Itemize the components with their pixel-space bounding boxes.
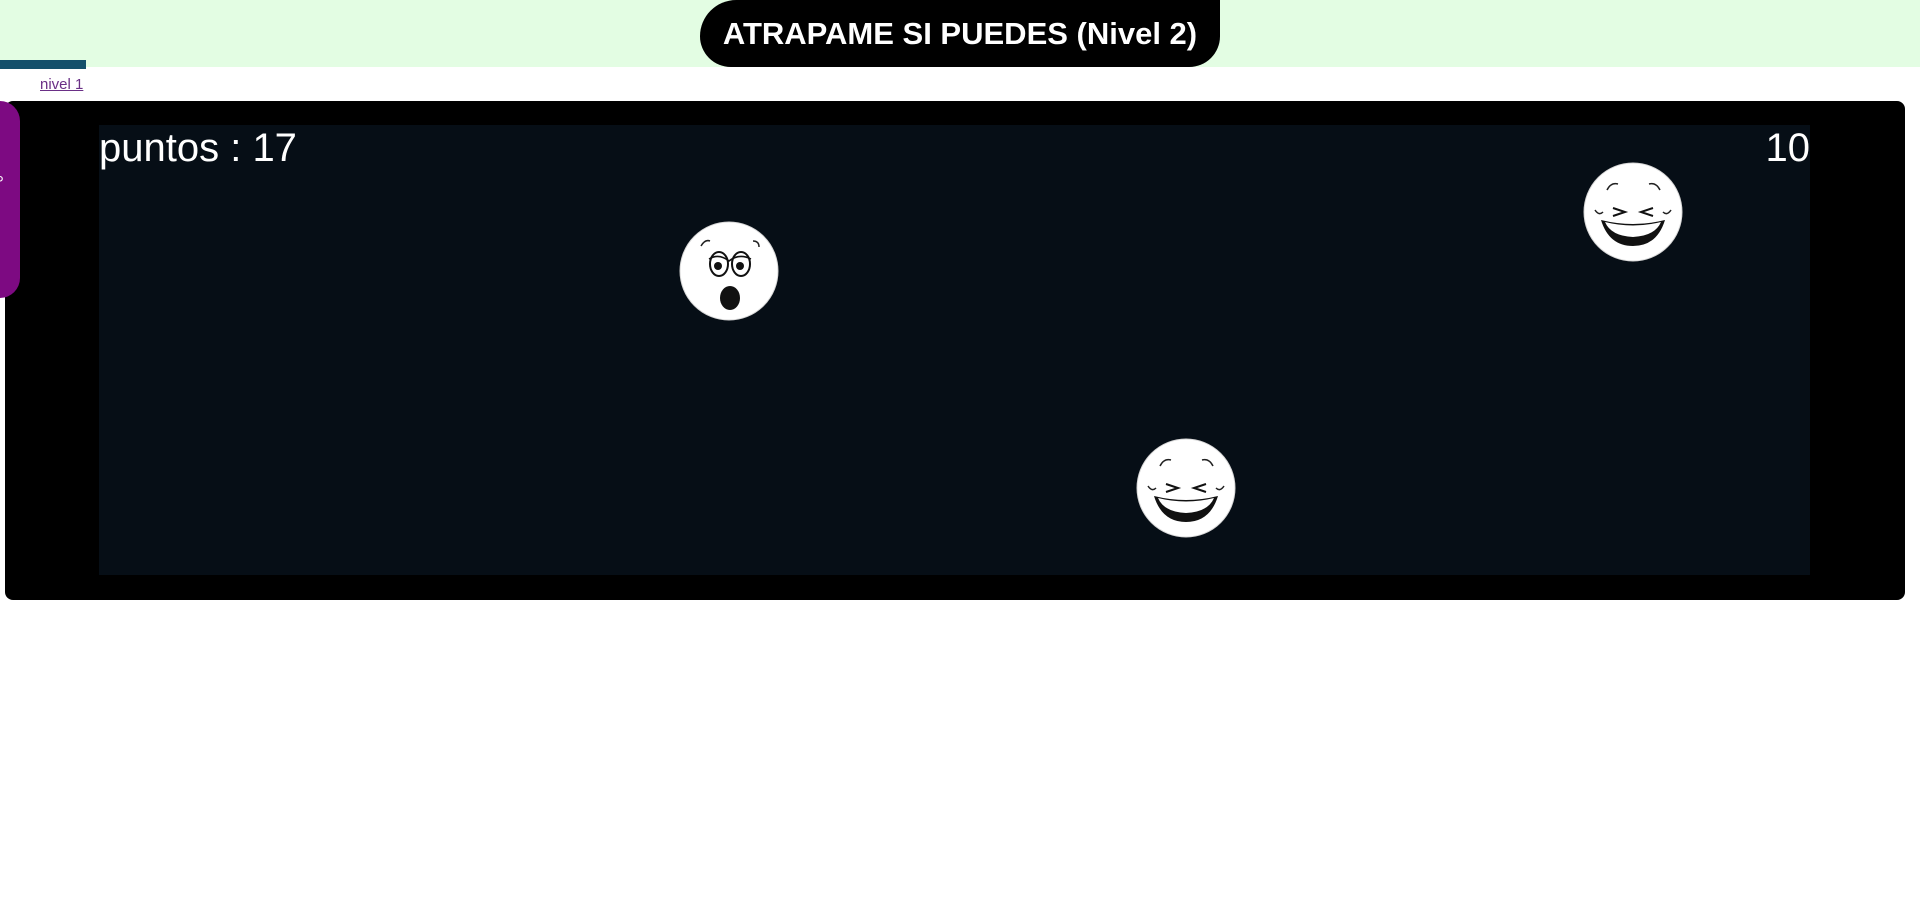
side-tab-glyph: ° — [0, 173, 4, 196]
score-counter: puntos : 17 — [99, 126, 297, 170]
side-menu-tab[interactable]: ° — [0, 101, 20, 298]
laughing-face-icon[interactable] — [1136, 438, 1236, 538]
game-arena[interactable]: puntos : 17 10 — [99, 125, 1810, 575]
timer-counter: 10 — [1765, 126, 1811, 170]
surprised-face-icon[interactable] — [679, 221, 779, 321]
progress-strip — [0, 60, 86, 69]
level-1-link[interactable]: nivel 1 — [40, 76, 83, 93]
game-title: ATRAPAME SI PUEDES (Nivel 2) — [700, 0, 1220, 67]
laughing-face-icon[interactable] — [1583, 162, 1683, 262]
